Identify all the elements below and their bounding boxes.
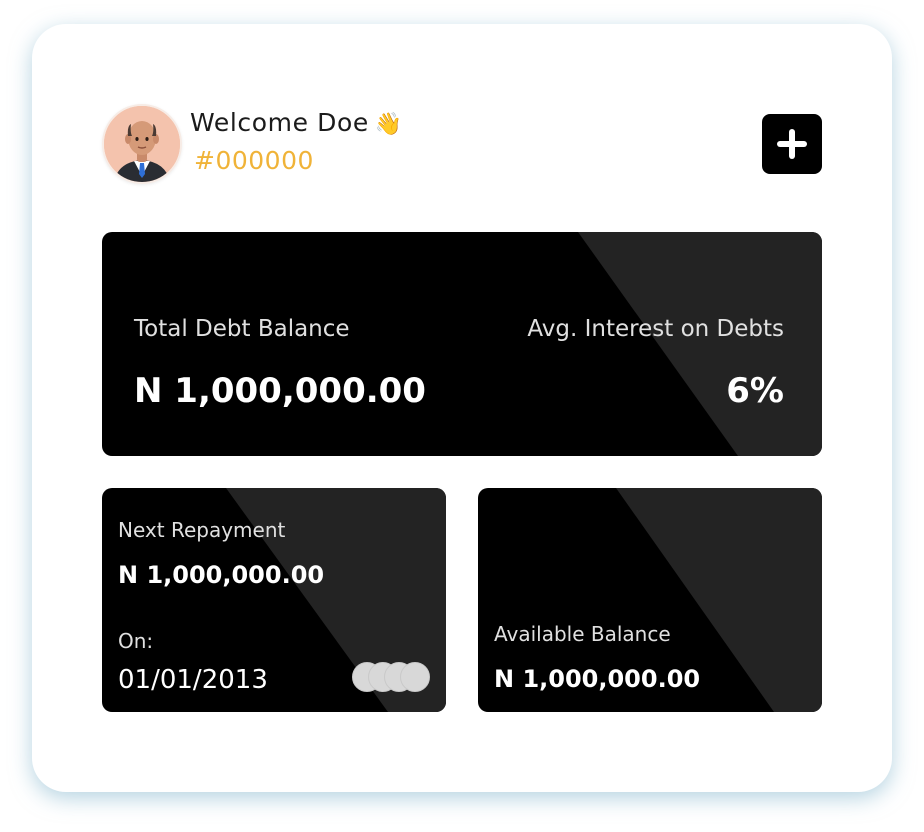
repayment-on-label: On: xyxy=(118,629,154,653)
total-debt-label: Total Debt Balance xyxy=(134,316,350,342)
available-balance-title: Available Balance xyxy=(494,622,671,646)
next-repayment-amount: N 1,000,000.00 xyxy=(118,561,325,589)
debt-summary-card[interactable]: Total Debt Balance N 1,000,000.00 Avg. I… xyxy=(102,232,822,456)
card-stripe xyxy=(578,232,822,456)
avg-interest-label: Avg. Interest on Debts xyxy=(527,316,784,342)
available-balance-amount: N 1,000,000.00 xyxy=(494,665,701,693)
next-repayment-title: Next Repayment xyxy=(118,518,286,542)
waving-hand-icon: 👋 xyxy=(374,112,403,137)
total-debt-value: N 1,000,000.00 xyxy=(134,371,426,411)
welcome-message: Welcome Doe 👋 xyxy=(190,108,403,137)
account-id: #000000 xyxy=(194,146,314,175)
user-avatar[interactable] xyxy=(102,104,182,184)
card-network-logo xyxy=(352,662,432,694)
avg-interest-value: 6% xyxy=(726,371,784,411)
user-header: Welcome Doe 👋 #000000 xyxy=(102,104,822,184)
logo-circle xyxy=(400,662,430,692)
plus-icon xyxy=(777,129,807,159)
add-button[interactable] xyxy=(762,114,822,174)
avatar-illustration xyxy=(104,106,180,182)
available-balance-card[interactable]: Available Balance N 1,000,000.00 xyxy=(478,488,822,712)
repayment-date: 01/01/2013 xyxy=(118,665,268,695)
welcome-text: Welcome Doe xyxy=(190,108,369,137)
next-repayment-card[interactable]: Next Repayment N 1,000,000.00 On: 01/01/… xyxy=(102,488,446,712)
